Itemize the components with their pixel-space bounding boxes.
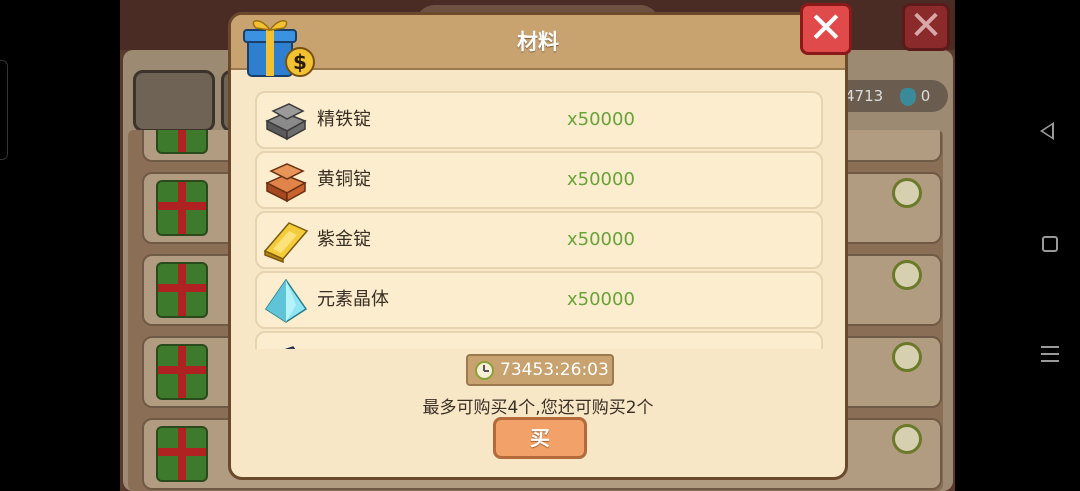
gift-box-icon	[156, 180, 208, 236]
nav-home-icon[interactable]	[1042, 236, 1058, 252]
item-name: 紫金锭	[317, 229, 371, 250]
dialog-title: 材料	[517, 30, 559, 54]
item-name: 精铁锭	[317, 109, 371, 130]
dialog-header: 材料	[231, 15, 845, 70]
item-quantity: x50000	[567, 109, 635, 130]
iron-ingot-icon	[265, 103, 307, 141]
item-name: 黄铜锭	[317, 169, 371, 190]
item-quantity: x50000	[567, 289, 635, 310]
countdown-timer: 73453:26:03	[466, 354, 614, 386]
list-item: 紫金锭 x50000	[255, 211, 823, 269]
nav-back-icon[interactable]	[1040, 122, 1054, 140]
list-item: 精铁锭 x50000	[255, 91, 823, 149]
background-close-button[interactable]: ✕	[902, 3, 950, 51]
timer-text: 73453:26:03	[500, 360, 609, 380]
gold-ingot-icon	[263, 222, 309, 263]
screen-edge	[0, 60, 8, 160]
viking-helmet-tab[interactable]	[133, 70, 215, 132]
item-name: 元素晶体	[317, 289, 389, 310]
gift-box-icon	[156, 130, 208, 154]
gift-box-icon	[156, 426, 208, 482]
clock-icon	[475, 361, 494, 380]
nav-menu-icon[interactable]	[1041, 346, 1059, 362]
game-screen: 4713 0 ✕ 材料 精铁锭 x50000 黄铜锭 x50000 紫金锭 x5…	[0, 0, 1080, 491]
material-dialog: 材料 精铁锭 x50000 黄铜锭 x50000 紫金锭 x50000 元素晶体…	[228, 12, 848, 480]
material-list[interactable]: 精铁锭 x50000 黄铜锭 x50000 紫金锭 x50000 元素晶体 x5…	[255, 91, 827, 349]
clock-icon	[892, 178, 922, 208]
element-crystal-icon	[264, 279, 308, 323]
copper-ingot-icon	[265, 163, 307, 203]
gift-box-icon	[156, 344, 208, 400]
clock-icon	[892, 424, 922, 454]
clock-icon	[892, 260, 922, 290]
partial-item-icon	[284, 346, 296, 349]
gift-box-icon	[156, 262, 208, 318]
buy-button[interactable]: 买	[493, 417, 587, 459]
clock-icon	[892, 342, 922, 372]
purchase-limit-text: 最多可购买4个,您还可购买2个	[422, 398, 654, 418]
list-item: 元素晶体 x50000	[255, 271, 823, 329]
resource-value: 4713	[845, 87, 884, 105]
potion-icon	[899, 87, 916, 106]
gift-money-icon: $	[243, 20, 315, 77]
item-quantity: x50000	[567, 229, 635, 250]
item-quantity: x50000	[567, 169, 635, 190]
list-item: 黄铜锭 x50000	[255, 151, 823, 209]
close-button[interactable]: ✕	[800, 3, 852, 55]
list-item	[255, 331, 823, 349]
svg-text:$: $	[293, 50, 307, 74]
potion-value: 0	[920, 87, 931, 105]
